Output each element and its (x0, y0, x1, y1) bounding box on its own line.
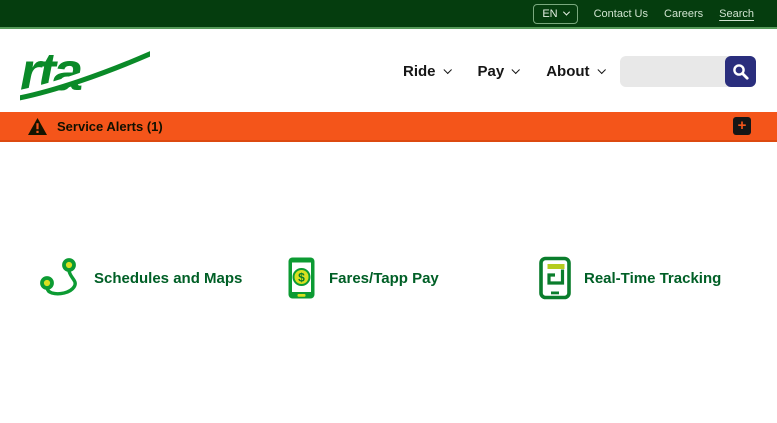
chevron-down-icon (597, 65, 606, 74)
language-selector[interactable]: EN (533, 3, 578, 24)
careers-link[interactable]: Careers (664, 8, 703, 20)
feature-label: Fares/Tapp Pay (329, 269, 439, 287)
expand-alerts-button[interactable]: + (733, 117, 751, 135)
feature-schedules-and-maps[interactable]: Schedules and Maps (38, 256, 242, 300)
utility-bar: EN Contact Us Careers Search (0, 0, 777, 29)
rta-logo-icon: rta (13, 42, 154, 102)
service-alerts-label[interactable]: Service Alerts (1) (57, 119, 163, 134)
feature-label: Schedules and Maps (94, 269, 243, 287)
mobile-payment-icon: $ (288, 257, 315, 299)
chevron-down-icon (511, 65, 521, 74)
contact-us-link[interactable]: Contact Us (594, 8, 648, 20)
warning-triangle-icon (28, 117, 47, 135)
chevron-down-icon (442, 65, 452, 74)
nav-item-about[interactable]: About (546, 63, 606, 80)
language-label: EN (542, 7, 558, 20)
rta-logo[interactable]: rta (13, 42, 154, 106)
feature-real-time-tracking[interactable]: Real-Time Tracking (538, 256, 721, 300)
feature-label: Real-Time Tracking (584, 269, 722, 287)
search-link[interactable]: Search (719, 8, 754, 20)
search-bar (620, 56, 756, 87)
nav-item-ride[interactable]: Ride (403, 63, 452, 80)
tracking-device-icon (539, 256, 571, 300)
nav-label: About (546, 63, 590, 80)
main-header: rta Ride Pay About (0, 31, 777, 112)
chevron-down-icon (562, 8, 570, 16)
feature-fares-tapp-pay[interactable]: $ Fares/Tapp Pay (286, 256, 439, 300)
route-map-icon (40, 258, 77, 296)
nav-label: Pay (477, 63, 505, 80)
dollar-sign: $ (298, 271, 305, 285)
service-alerts-bar: Service Alerts (1) + (0, 112, 777, 142)
primary-nav: Ride Pay About (403, 31, 606, 112)
search-button[interactable] (725, 56, 756, 87)
nav-label: Ride (403, 63, 436, 80)
search-icon (733, 64, 749, 80)
nav-item-pay[interactable]: Pay (477, 63, 521, 80)
